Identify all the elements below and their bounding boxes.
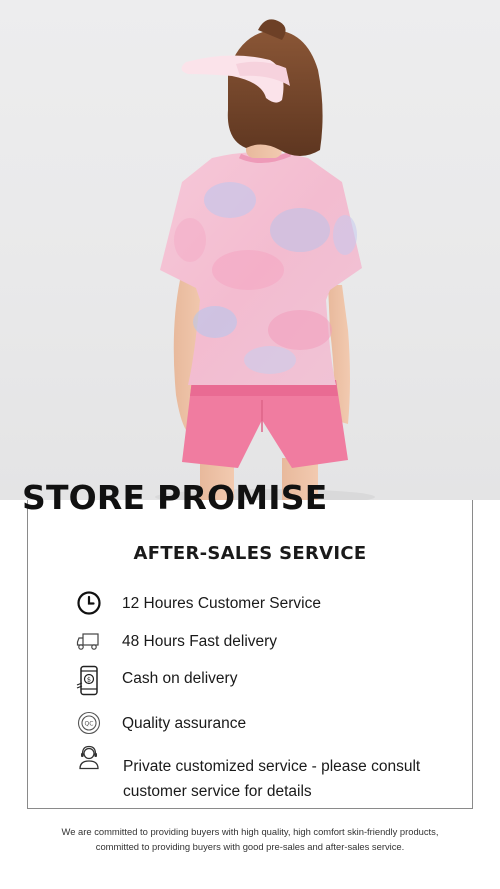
store-promise-heading: STORE PROMISE — [22, 478, 328, 517]
commitment-line-1: We are committed to providing buyers wit… — [61, 826, 439, 837]
after-sales-service-panel: AFTER-SALES SERVICE 12 Houres Customer S… — [27, 500, 473, 809]
service-item-label: Quality assurance — [122, 715, 247, 732]
service-item-label: Cash on delivery — [122, 670, 238, 687]
svg-text:QC: QC — [85, 721, 94, 728]
phone-cash-icon: $ — [76, 665, 102, 697]
service-item-label: Private customized service - please cons… — [123, 758, 421, 800]
service-item-label: 48 Hours Fast delivery — [122, 633, 278, 650]
after-sales-title: AFTER-SALES SERVICE — [133, 543, 367, 564]
service-item-label: 12 Houres Customer Service — [122, 595, 321, 612]
commitment-note: We are committed to providing buyers wit… — [20, 824, 480, 854]
product-photo — [0, 0, 500, 500]
clock-icon — [76, 590, 102, 616]
commitment-line-2: committed to providing buyers with good … — [95, 841, 405, 852]
product-photo-illustration — [155, 19, 375, 500]
quality-badge-icon: QC — [76, 710, 102, 736]
delivery-truck-icon — [76, 628, 102, 654]
svg-text:$: $ — [87, 676, 91, 684]
customer-service-agent-icon — [76, 744, 102, 770]
